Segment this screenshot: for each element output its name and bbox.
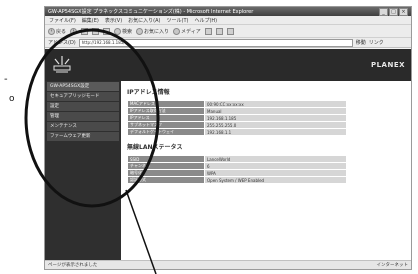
table-row: 認証方式 Open System / WEP Enabled <box>127 176 347 184</box>
menu-bar: ファイル(F) 編集(E) 表示(V) お気に入り(A) ツール(T) ヘルプ(… <box>45 16 411 25</box>
title-bar: GW-AP54SGX設定 プラネックスコミュニケーションズ(株) - Micro… <box>45 7 411 16</box>
back-button[interactable]: ‹ 戻る <box>48 27 67 35</box>
planex-logo: PLANEX <box>370 61 405 69</box>
toolbar: ‹ 戻る › 検索 お気に入り メディア <box>45 25 411 38</box>
menu-edit[interactable]: 編集(E) <box>82 17 99 24</box>
row-value: WPA <box>204 169 347 177</box>
zone-text: インターネット <box>376 263 409 268</box>
sidebar-item-maintenance[interactable]: メンテナンス <box>47 122 119 131</box>
window-title: GW-AP54SGX設定 プラネックスコミュニケーションズ(株) - Micro… <box>48 9 254 15</box>
address-label: アドレス(D) <box>48 40 76 46</box>
close-button[interactable]: × <box>399 7 408 16</box>
row-value: 6 <box>204 162 347 170</box>
row-value: 00:90:CC:xx:xx:xx <box>204 100 347 108</box>
row-value: 192.168.1.1 <box>204 128 347 136</box>
search-label: 検索 <box>122 28 133 35</box>
maximize-button[interactable]: □ <box>389 7 398 16</box>
status-bar: ページが表示されました インターネット <box>45 260 411 269</box>
forward-arrow-icon[interactable]: › <box>70 27 78 35</box>
print-icon[interactable] <box>226 27 234 35</box>
stop-icon[interactable] <box>81 27 89 35</box>
callout-marker: o <box>9 94 15 104</box>
mail-icon[interactable] <box>215 27 223 35</box>
table-row: デフォルトゲートウェイ 192.168.1.1 <box>127 128 347 136</box>
back-label: 戻る <box>56 28 67 35</box>
row-key: SSID <box>127 155 205 163</box>
row-key: IPアドレス取得方法 <box>127 107 205 115</box>
table-row: サブネットマスク 255.255.255.0 <box>127 121 347 129</box>
home-icon[interactable] <box>103 27 111 35</box>
table-row: IPアドレス 192.168.1.185 <box>127 114 347 122</box>
window-controls: _ □ × <box>379 7 408 16</box>
back-arrow-icon: ‹ <box>48 27 55 35</box>
row-value: LanceWorld <box>204 155 347 163</box>
media-icon <box>173 27 181 35</box>
menu-file[interactable]: ファイル(F) <box>49 17 76 24</box>
row-key: IPアドレス <box>127 114 205 122</box>
address-bar: アドレス(D) http://192.168.1.185/ 移動 リンク <box>45 38 411 48</box>
callout-dash: - <box>4 74 8 85</box>
menu-favorites[interactable]: お気に入り(A) <box>128 17 160 24</box>
main-panel: IPアドレス情報 MACアドレス 00:90:CC:xx:xx:xx IPアドレス… <box>127 85 403 190</box>
menu-help[interactable]: ヘルプ(H) <box>194 17 217 24</box>
row-key: サブネットマスク <box>127 121 205 129</box>
sidebar-item-device-settings[interactable]: GW-AP54SGX設定 <box>47 82 119 91</box>
row-key: チャンネル <box>127 162 205 170</box>
row-key: 暗号化 <box>127 169 205 177</box>
table-row: SSID LanceWorld <box>127 155 347 163</box>
sidebar-item-secure-bridge[interactable]: セキュアブリッジモード <box>47 92 119 101</box>
table-row: 暗号化 WPA <box>127 169 347 177</box>
row-value: Open System / WEP Enabled <box>204 176 347 184</box>
lan-section-title: 無線LANステータス <box>127 144 183 151</box>
row-key: MACアドレス <box>127 100 205 108</box>
page-header: PLANEX <box>45 49 411 81</box>
router-logo-icon <box>53 56 71 73</box>
history-icon[interactable] <box>204 27 212 35</box>
row-value: Manual <box>204 107 347 115</box>
table-row: MACアドレス 00:90:CC:xx:xx:xx <box>127 100 347 108</box>
status-text: ページが表示されました <box>48 263 98 268</box>
minimize-button[interactable]: _ <box>379 7 388 16</box>
star-icon <box>136 27 144 35</box>
sidebar-item-firmware[interactable]: ファームウェア更新 <box>47 132 119 141</box>
favorites-button[interactable]: お気に入り <box>136 27 170 35</box>
media-label: メディア <box>181 28 201 35</box>
page-content: PLANEX GW-AP54SGX設定 セキュアブリッジモード 設定 管理 メン… <box>45 49 411 261</box>
sidebar: GW-AP54SGX設定 セキュアブリッジモード 設定 管理 メンテナンス ファ… <box>45 81 121 261</box>
sidebar-item-settings[interactable]: 設定 <box>47 102 119 111</box>
search-button[interactable]: 検索 <box>114 27 133 35</box>
row-key: デフォルトゲートウェイ <box>127 128 205 136</box>
ip-info-table: MACアドレス 00:90:CC:xx:xx:xx IPアドレス取得方法 Manua… <box>127 100 347 136</box>
menu-view[interactable]: 表示(V) <box>105 17 122 24</box>
browser-window: GW-AP54SGX設定 プラネックスコミュニケーションズ(株) - Micro… <box>44 6 412 270</box>
refresh-icon[interactable] <box>92 27 100 35</box>
links-button[interactable]: リンク <box>369 39 384 46</box>
favorites-label: お気に入り <box>144 28 170 35</box>
address-input[interactable]: http://192.168.1.185/ <box>78 38 353 47</box>
row-value: 255.255.255.0 <box>204 121 347 129</box>
media-button[interactable]: メディア <box>173 27 201 35</box>
menu-tools[interactable]: ツール(T) <box>167 17 189 24</box>
go-button[interactable]: 移動 <box>356 39 366 46</box>
table-row: IPアドレス取得方法 Manual <box>127 107 347 115</box>
table-row: チャンネル 6 <box>127 162 347 170</box>
sidebar-item-management[interactable]: 管理 <box>47 112 119 121</box>
lan-status-table: SSID LanceWorld チャンネル 6 暗号化 WPA 認証方式 Open Sy… <box>127 155 347 184</box>
row-key: 認証方式 <box>127 176 205 184</box>
search-icon <box>114 27 122 35</box>
ip-section-title: IPアドレス情報 <box>127 89 170 96</box>
row-value: 192.168.1.185 <box>204 114 347 122</box>
